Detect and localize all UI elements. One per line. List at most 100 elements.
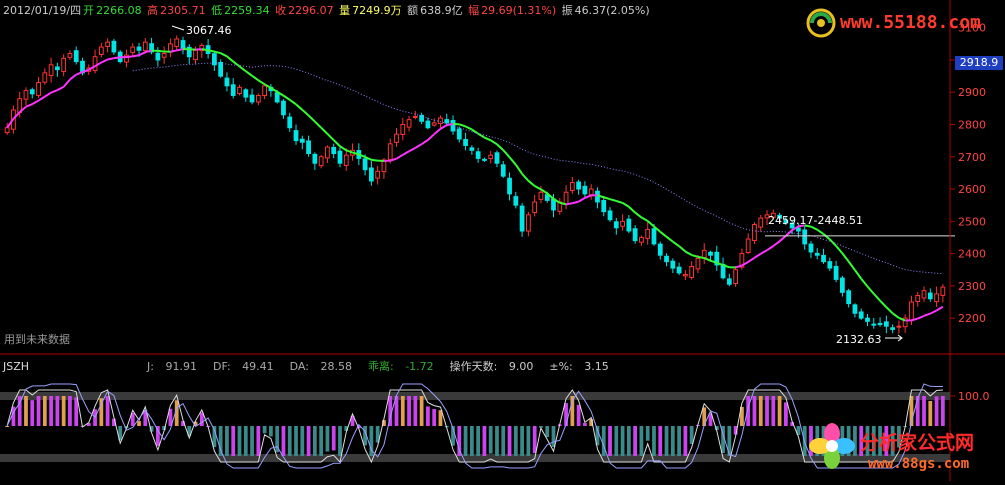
candle-body <box>520 206 524 231</box>
ma-short-segment <box>516 165 522 174</box>
candle-body <box>935 294 939 302</box>
candle-body <box>74 51 78 62</box>
ma-short-segment <box>842 253 848 261</box>
candle-body <box>275 93 279 102</box>
candle-body <box>426 121 430 128</box>
candle-body <box>307 141 311 154</box>
candle-body <box>840 278 844 292</box>
ma-short-segment <box>466 126 472 129</box>
candle-body <box>570 183 574 191</box>
osc-bar <box>256 426 260 456</box>
current-price-tag: 2918.9 <box>955 56 1003 70</box>
osc-bar <box>250 426 254 456</box>
ma-short-segment <box>340 146 346 150</box>
osc-bar <box>55 396 59 426</box>
ma-short-segment <box>773 241 779 246</box>
ma-short-segment <box>886 307 892 313</box>
candle-body <box>5 128 9 133</box>
ma-short-segment <box>26 104 32 107</box>
ma-short-segment <box>855 270 861 279</box>
candle-body <box>156 53 160 60</box>
osc-bar <box>269 426 273 436</box>
candle-body <box>238 87 242 93</box>
osc-bar <box>43 396 47 426</box>
candle-body <box>495 153 499 163</box>
y-tick-label: 2400 <box>958 248 986 261</box>
osc-bar <box>332 426 336 450</box>
osc-bar <box>765 396 769 426</box>
candle-body <box>395 134 399 142</box>
indicator-info-bar: JSZHJ: 91.91DF: 49.41DA: 28.58乖离: -1.72操… <box>3 358 625 372</box>
osc-bar <box>62 396 66 426</box>
high-value: 2305.71 <box>160 4 206 17</box>
osc-bar <box>307 426 311 456</box>
trough-arrow <box>885 335 902 341</box>
candle-body <box>55 67 59 70</box>
osc-line-j <box>7 390 943 462</box>
osc-bar <box>640 426 644 456</box>
ma-short-segment <box>616 201 622 203</box>
candle-body <box>93 57 97 71</box>
osc-bar <box>263 426 267 433</box>
amplitude-value: 46.37(2.05%) <box>575 4 650 17</box>
ma-short-segment <box>252 76 258 81</box>
ma-short-segment <box>422 140 428 144</box>
trough-annotation: 2132.63 <box>836 333 882 346</box>
ma-short-segment <box>641 217 647 221</box>
ma-short-segment <box>139 52 145 55</box>
candle-body <box>803 230 807 244</box>
ma-short-segment <box>101 59 107 62</box>
candle-body <box>872 324 876 325</box>
candle-body <box>941 287 945 295</box>
candle-body <box>602 201 606 212</box>
osc-bar <box>282 426 286 456</box>
ma-short-segment <box>585 195 591 198</box>
candle-body <box>300 139 304 142</box>
osc-bar <box>646 426 650 441</box>
osc-bar <box>627 426 631 456</box>
range-annotation: 2459.17-2448.51 <box>768 214 863 227</box>
osc-bar <box>483 426 487 456</box>
ma-short-segment <box>258 80 264 84</box>
low-value: 2259.34 <box>224 4 270 17</box>
candle-body <box>137 47 141 50</box>
ma-short-segment <box>780 236 786 241</box>
osc-bar <box>49 396 53 426</box>
future-data-note: 用到未来数据 <box>4 331 70 347</box>
candle-body <box>834 266 838 279</box>
candle-body <box>797 228 801 231</box>
candle-body <box>916 296 920 302</box>
osc-bar <box>489 426 493 454</box>
candle-body <box>891 328 895 330</box>
ma-short-segment <box>660 232 666 237</box>
ma-short-segment <box>428 134 434 140</box>
ma-short-segment <box>623 203 629 207</box>
pct-number: 3.15 <box>584 360 609 373</box>
candle-body <box>928 293 932 299</box>
candle-body <box>407 120 411 127</box>
osc-bar <box>238 426 242 456</box>
bias-label: 乖离: <box>368 360 394 373</box>
ma-short-segment <box>667 237 673 242</box>
osc-bar <box>633 426 637 456</box>
ma-short-segment <box>240 66 246 71</box>
osc-bar <box>508 426 512 456</box>
ma-short-segment <box>497 144 503 150</box>
candle-body <box>376 171 380 178</box>
ma-short-segment <box>459 124 465 126</box>
ma-short-segment <box>114 57 120 58</box>
osc-bar <box>577 405 581 426</box>
ma-short-segment <box>868 286 874 293</box>
osc-bar <box>771 396 775 426</box>
osc-bar <box>413 396 417 426</box>
ma-short-segment <box>440 125 446 129</box>
candle-body <box>99 47 103 54</box>
osc-bar <box>225 426 229 456</box>
ma-short-segment <box>64 79 70 86</box>
da-value: DA: 28.58 <box>290 360 360 373</box>
ma-short-segment <box>761 250 767 254</box>
bias-value: 乖离: -1.72 <box>368 360 442 373</box>
ma-short-segment <box>924 314 930 316</box>
pct-value: ±%: 3.15 <box>549 360 616 373</box>
ma-short-segment <box>51 90 57 93</box>
